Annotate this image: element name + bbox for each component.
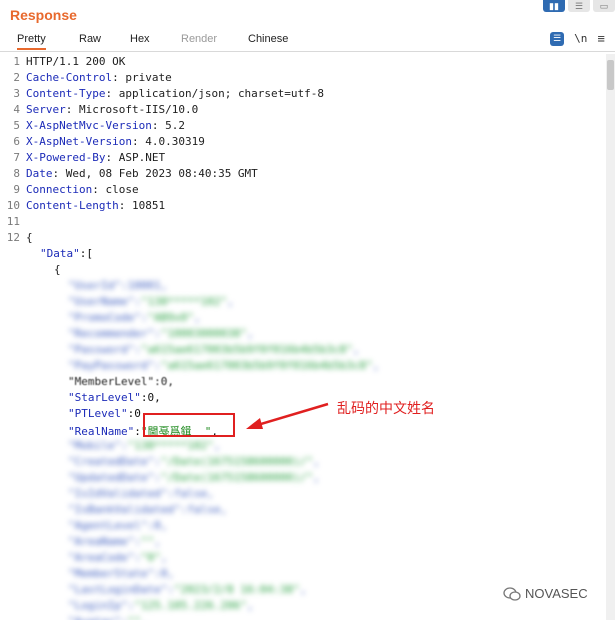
line-number: 9 — [13, 183, 20, 196]
redacted-line: "IsBankValidated":false, — [68, 503, 227, 516]
split-vertical-icon[interactable]: ☰ — [568, 0, 590, 12]
line-number: 1 — [13, 55, 20, 68]
header-key: X-Powered-By — [26, 151, 106, 164]
chat-bubble-icon — [503, 586, 521, 601]
redacted-line: "CreatedDate":"/Date(1675158600000)/", — [68, 455, 320, 468]
header-line: X-AspNetMvc-Version: 5.2 — [26, 119, 185, 132]
redacted-line: "Password":"a615ae617003b5b9f0f016b4b5b3… — [68, 343, 360, 356]
annotation-label: 乱码的中文姓名 — [337, 400, 435, 416]
header-value: ASP.NET — [112, 151, 166, 164]
redacted-line: "PayPassword":"a615ae617003b5b9f0f016b4b… — [68, 359, 380, 372]
tab-raw[interactable]: Raw — [79, 33, 101, 45]
redacted-line: "IsIdValidated":false, — [68, 487, 214, 500]
header-value: 5.2 — [158, 119, 185, 132]
header-value: close — [98, 183, 139, 196]
header-key: Content-Length — [26, 199, 119, 212]
tab-pretty[interactable]: Pretty — [17, 33, 46, 50]
header-key: Date — [26, 167, 53, 180]
json-key: "Data" — [40, 247, 80, 260]
header-line: Connection: close — [26, 183, 139, 196]
header-line: X-AspNet-Version: 4.0.30319 — [26, 135, 205, 148]
json-key: "PTLevel" — [68, 407, 128, 420]
panel-title: Response — [10, 7, 77, 23]
scrollbar-thumb[interactable] — [607, 60, 614, 90]
json-key: "StarLevel" — [68, 391, 141, 404]
redacted-line: "UserName":"138*****102", — [68, 295, 234, 308]
view-toggles: ▮▮ ☰ ▭ — [543, 0, 615, 12]
redacted-line: "Mobile":"138*****102", — [68, 439, 221, 452]
tab-hex[interactable]: Hex — [130, 33, 150, 45]
line-number: 11 — [6, 215, 20, 228]
status-line: HTTP/1.1 200 OK — [26, 55, 125, 68]
header-key: Connection — [26, 183, 93, 196]
json-key: "RealName" — [68, 425, 135, 438]
watermark-text: NOVASEC — [525, 586, 588, 601]
header-value: 10851 — [125, 199, 166, 212]
header-value: 4.0.30319 — [138, 135, 205, 148]
redacted-line: "MemberState":0, — [68, 567, 174, 580]
line-number: 7 — [13, 151, 20, 164]
pt-level-line: "PTLevel":0, — [68, 407, 147, 420]
redacted-line: "UserId":10001, — [68, 279, 168, 292]
header-line: X-Powered-By: ASP.NET — [26, 151, 166, 164]
line-number: 12 — [6, 231, 20, 244]
json-item-open: { — [54, 263, 61, 276]
wrap-text-icon[interactable]: ☰ — [550, 31, 565, 46]
header-value: Microsoft-IIS/10.0 — [72, 103, 199, 116]
annotation-arrow — [246, 402, 329, 429]
json-punct: : — [134, 425, 141, 438]
tab-render[interactable]: Render — [181, 33, 217, 45]
single-pane-icon[interactable]: ▭ — [593, 0, 615, 12]
member-level-line: "MemberLevel":0, — [68, 375, 174, 388]
redacted-line: "PromoCode":"AB9x0", — [68, 311, 201, 324]
star-level-line: "StarLevel":0, — [68, 391, 161, 404]
line-number: 3 — [13, 87, 20, 100]
line-number: 6 — [13, 135, 20, 148]
redacted-line: "LastLoginDate":"2023/2/8 16:04:38", — [68, 583, 307, 596]
redacted-line: "LoginIp":"125.105.226.206", — [68, 599, 254, 612]
header-line: Date: Wed, 08 Feb 2023 08:40:35 GMT — [26, 167, 258, 180]
json-punct: :[ — [79, 247, 93, 260]
header-value: private — [118, 71, 172, 84]
highlight-box — [143, 413, 235, 437]
redacted-line: "UpdatedDate":"/Date(1675158600000)/", — [68, 471, 320, 484]
header-line: Content-Type: application/json; charset=… — [26, 87, 325, 100]
redacted-line: "AgentLevel":0, — [68, 519, 168, 532]
line-number: 5 — [13, 119, 20, 132]
redacted-line: "Recommender":"10003000038", — [68, 327, 254, 340]
header-line: Server: Microsoft-IIS/10.0 — [26, 103, 199, 116]
line-number: 2 — [13, 71, 20, 84]
tab-chinese[interactable]: Chinese — [248, 33, 288, 45]
split-horizontal-icon[interactable]: ▮▮ — [543, 0, 565, 12]
header-value: application/json; charset=utf-8 — [112, 87, 325, 100]
menu-icon[interactable]: ≡ — [597, 31, 605, 46]
tab-bar: Pretty Raw Hex Render Chinese — [0, 30, 615, 52]
header-key: X-AspNetMvc-Version — [26, 119, 152, 132]
header-key: Cache-Control — [26, 71, 113, 84]
json-data-line: "Data":[ — [40, 247, 93, 260]
redacted-line: "AreaCode":"0", — [68, 551, 168, 564]
status-text: HTTP/1.1 200 OK — [26, 55, 126, 68]
header-key: Server — [26, 103, 66, 116]
header-key: Content-Type — [26, 87, 106, 100]
show-newlines-button[interactable]: \n — [574, 32, 587, 45]
header-value: Wed, 08 Feb 2023 08:40:35 GMT — [59, 167, 258, 180]
editor-tools: ☰ \n ≡ — [550, 31, 605, 46]
header-line: Content-Length: 10851 — [26, 199, 166, 212]
header-line: Cache-Control: private — [26, 71, 172, 84]
line-number: 8 — [13, 167, 20, 180]
line-number: 4 — [13, 103, 20, 116]
line-number: 10 — [6, 199, 20, 212]
tab-divider — [0, 51, 615, 52]
response-editor[interactable]: 1 2 3 4 5 6 7 8 9 10 11 12 HTTP/1.1 200 … — [0, 54, 604, 620]
redacted-line: "AreaName":"", — [68, 535, 161, 548]
json-open-brace: { — [26, 231, 33, 244]
vertical-scrollbar[interactable] — [606, 54, 615, 620]
watermark: NOVASEC — [503, 586, 588, 601]
redacted-line: "Avatar":"", — [68, 615, 147, 620]
json-value: :0, — [140, 391, 161, 404]
header-key: X-AspNet-Version — [26, 135, 132, 148]
